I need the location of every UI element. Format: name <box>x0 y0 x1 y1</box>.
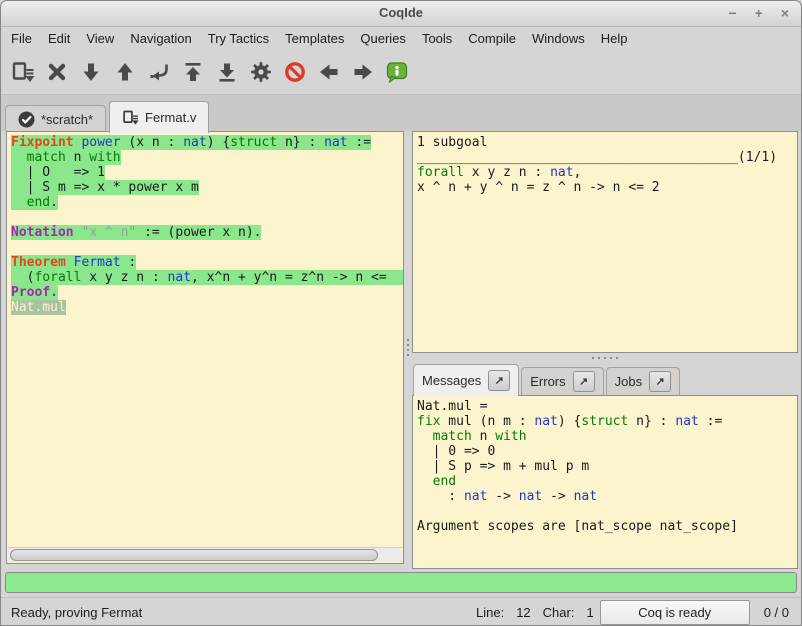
line-label: Line: <box>476 605 504 620</box>
menu-templates[interactable]: Templates <box>277 28 352 49</box>
tab-label: Jobs <box>615 374 642 389</box>
toolbar-go-to-cursor-button[interactable] <box>142 55 176 89</box>
close-icon <box>45 60 69 84</box>
splitter-dot <box>598 357 600 359</box>
tab-fermat[interactable]: Fermat.v <box>109 101 209 133</box>
detach-arrow-icon: ↗ <box>579 375 588 388</box>
buffer-tab-bar: *scratch* Fermat.v <box>1 95 801 133</box>
splitter-dot <box>610 357 612 359</box>
toolbar-step-up-button[interactable] <box>108 55 142 89</box>
coqide-window: CoqIde − + × File Edit View Navigation T… <box>0 0 802 626</box>
main-area: Fixpoint power (x n : nat) {struct n} : … <box>1 131 802 569</box>
splitter-dot <box>592 357 594 359</box>
toolbar-back-button[interactable] <box>312 55 346 89</box>
tab-messages[interactable]: Messages ↗ <box>413 364 519 396</box>
detach-button[interactable]: ↗ <box>573 371 595 392</box>
splitter-dot <box>616 357 618 359</box>
save-icon <box>122 109 139 126</box>
tab-label: Messages <box>422 373 481 388</box>
script-code: Fixpoint power (x n : nat) {struct n} : … <box>7 132 403 315</box>
toolbar-fully-check-button[interactable] <box>244 55 278 89</box>
tab-jobs[interactable]: Jobs ↗ <box>606 367 680 395</box>
horizontal-splitter[interactable] <box>412 353 798 363</box>
menu-try-tactics[interactable]: Try Tactics <box>200 28 277 49</box>
arrow-right-icon <box>351 60 375 84</box>
tab-label: *scratch* <box>41 112 93 127</box>
status-message: Ready, proving Fermat <box>11 605 464 620</box>
title-bar[interactable]: CoqIde − + × <box>1 1 801 27</box>
info-icon <box>385 60 409 84</box>
menu-tools[interactable]: Tools <box>414 28 460 49</box>
go-to-start-icon <box>181 60 205 84</box>
goals-pane[interactable]: 1 subgoal_______________________________… <box>412 131 798 353</box>
detach-arrow-icon: ↗ <box>495 374 504 387</box>
tab-scratch[interactable]: *scratch* <box>5 105 106 132</box>
splitter-dot <box>604 357 606 359</box>
detach-arrow-icon: ↗ <box>656 375 665 388</box>
coq-state-indicator: Coq is ready <box>600 600 750 625</box>
splitter-dot <box>407 344 409 346</box>
toolbar-forward-button[interactable] <box>346 55 380 89</box>
close-button[interactable]: × <box>781 4 789 22</box>
toolbar <box>1 50 801 95</box>
messages-content-pane[interactable]: Nat.mul =fix mul (n m : nat) {struct n} … <box>412 395 798 569</box>
vertical-splitter[interactable] <box>404 131 412 564</box>
maximize-button[interactable]: + <box>755 4 763 22</box>
messages-area: Messages ↗ Errors ↗ Jobs ↗ Nat.mul =fix … <box>412 363 798 569</box>
progress-bar <box>5 572 797 593</box>
toolbar-close-button[interactable] <box>40 55 74 89</box>
go-to-cursor-icon <box>147 60 171 84</box>
worker-counter: 0 / 0 <box>764 605 789 620</box>
arrow-left-icon <box>317 60 341 84</box>
toolbar-about-button[interactable] <box>380 55 414 89</box>
stop-icon <box>283 60 307 84</box>
menu-compile[interactable]: Compile <box>460 28 524 49</box>
menu-edit[interactable]: Edit <box>40 28 78 49</box>
menu-navigation[interactable]: Navigation <box>122 28 199 49</box>
toolbar-go-to-start-button[interactable] <box>176 55 210 89</box>
toolbar-go-to-end-button[interactable] <box>210 55 244 89</box>
arrow-down-icon <box>79 60 103 84</box>
splitter-dot <box>407 349 409 351</box>
window-title: CoqIde <box>1 5 801 20</box>
splitter-dot <box>407 339 409 341</box>
menu-queries[interactable]: Queries <box>352 28 414 49</box>
splitter-dot <box>407 354 409 356</box>
detach-button[interactable]: ↗ <box>649 371 671 392</box>
window-controls: − + × <box>728 4 789 22</box>
horizontal-scrollbar[interactable] <box>8 547 402 562</box>
tab-label: Fermat.v <box>145 110 196 125</box>
status-right-cluster: Line: 12 Char: 1 Coq is ready 0 / 0 <box>464 600 793 625</box>
arrow-up-icon <box>113 60 137 84</box>
detach-button[interactable]: ↗ <box>488 370 510 391</box>
toolbar-interrupt-button[interactable] <box>278 55 312 89</box>
coq-state-text: Coq is ready <box>638 605 711 620</box>
toolbar-step-down-button[interactable] <box>74 55 108 89</box>
goals-text: 1 subgoal_______________________________… <box>413 132 797 195</box>
menu-windows[interactable]: Windows <box>524 28 593 49</box>
check-icon <box>18 111 35 128</box>
messages-text: Nat.mul =fix mul (n m : nat) {struct n} … <box>413 396 797 534</box>
menu-help[interactable]: Help <box>593 28 636 49</box>
status-bar: Ready, proving Fermat Line: 12 Char: 1 C… <box>1 597 802 626</box>
menu-view[interactable]: View <box>78 28 122 49</box>
save-icon <box>11 60 35 84</box>
messages-tab-bar: Messages ↗ Errors ↗ Jobs ↗ <box>412 363 798 395</box>
go-to-end-icon <box>215 60 239 84</box>
scrollbar-thumb[interactable] <box>10 549 378 561</box>
tab-errors[interactable]: Errors ↗ <box>521 367 603 395</box>
char-value: 1 <box>586 605 593 620</box>
menu-bar: File Edit View Navigation Try Tactics Te… <box>1 27 801 50</box>
gear-icon <box>249 60 273 84</box>
menu-file[interactable]: File <box>3 28 40 49</box>
minimize-button[interactable]: − <box>728 4 736 22</box>
tab-label: Errors <box>530 374 565 389</box>
line-value: 12 <box>516 605 530 620</box>
toolbar-save-button[interactable] <box>6 55 40 89</box>
char-label: Char: <box>543 605 575 620</box>
script-editor-pane[interactable]: Fixpoint power (x n : nat) {struct n} : … <box>6 131 404 564</box>
